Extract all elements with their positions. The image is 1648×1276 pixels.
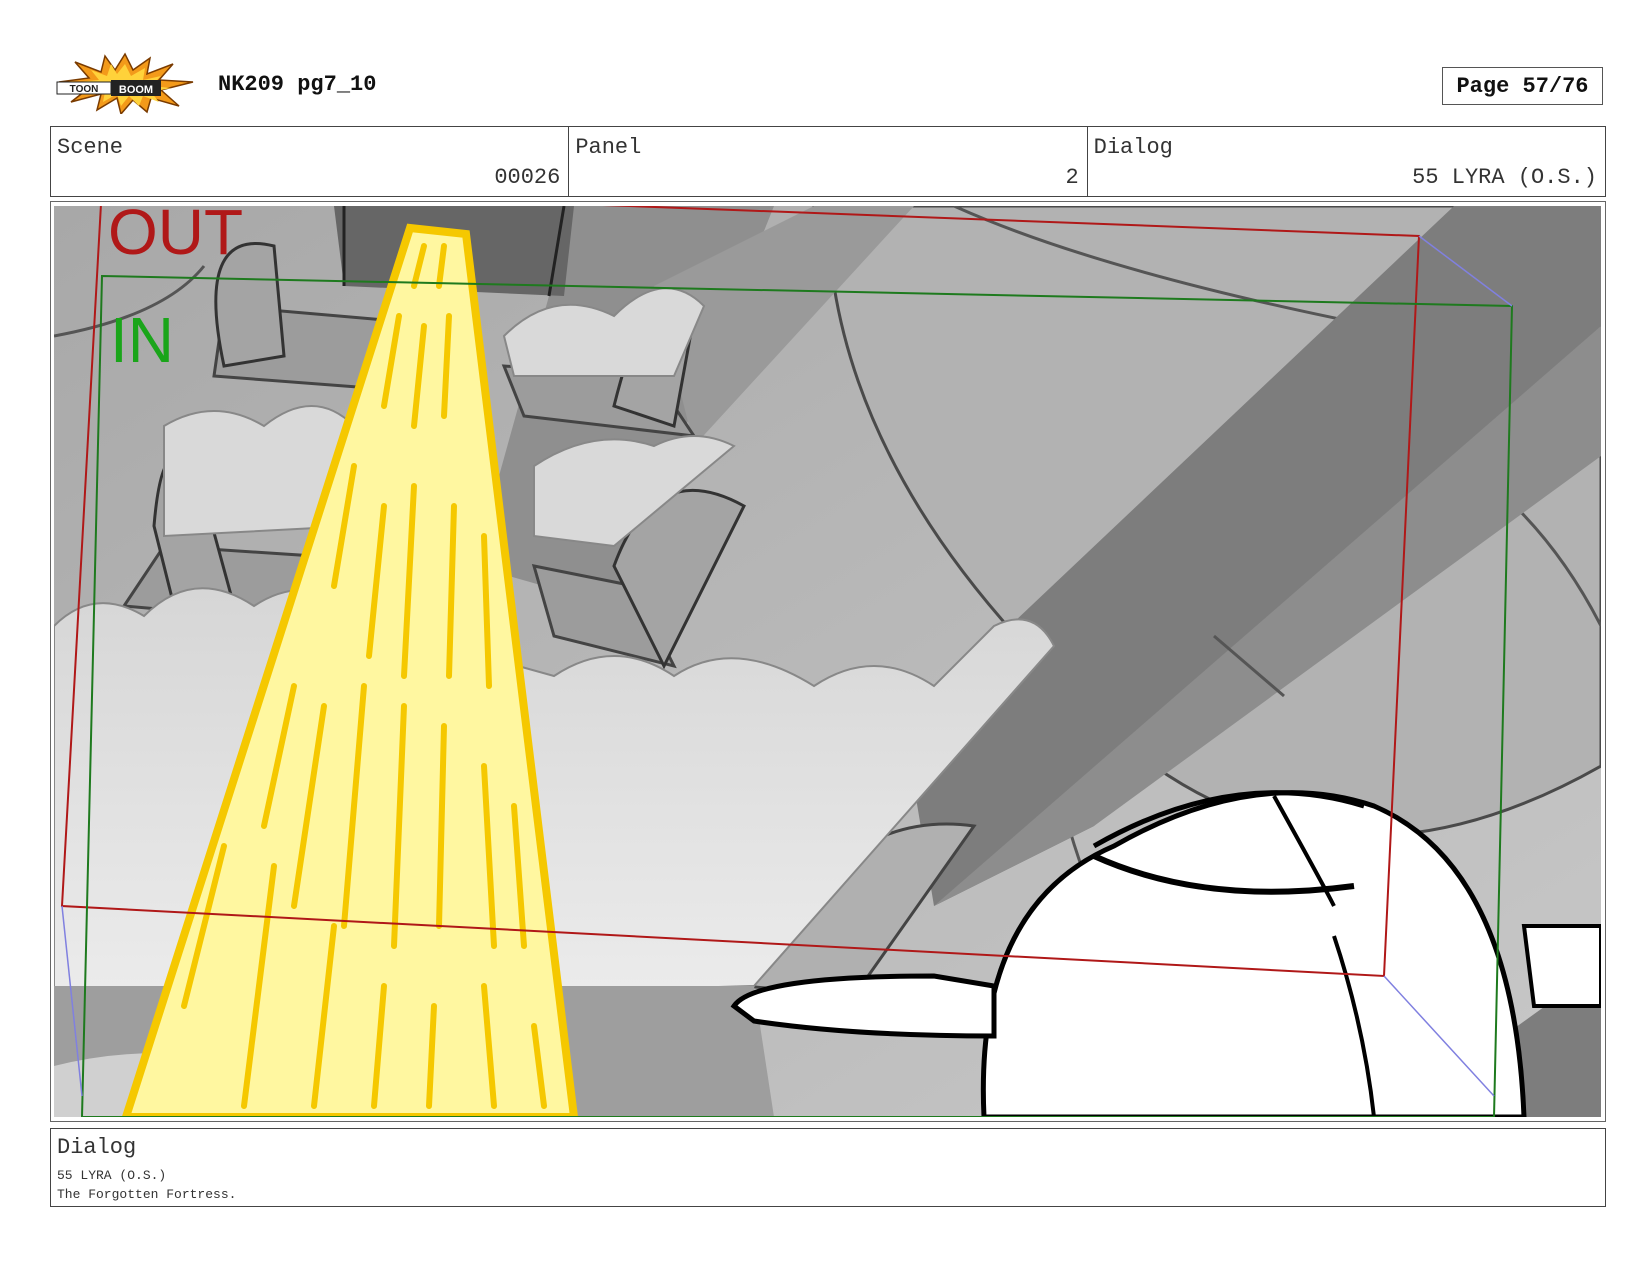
logo-text-boom: BOOM [119,84,153,96]
scene-cell: Scene 00026 [51,127,570,196]
toon-boom-logo: TOON BOOM [55,52,195,116]
out-frame-label: OUT [108,206,243,268]
scene-value: 00026 [494,165,561,190]
in-frame-label: IN [110,304,174,376]
dialog-line: The Forgotten Fortress. [57,1187,237,1202]
dialog-speaker: 55 LYRA (O.S.) [57,1168,167,1183]
panel-cell: Panel 2 [569,127,1088,196]
scene-label: Scene [57,135,124,160]
dialog-label: Dialog [1093,135,1173,160]
page-number: Page 57/76 [1442,67,1603,105]
panel-value: 2 [1065,165,1079,190]
document-title: NK209 pg7_10 [218,72,377,97]
panel-label: Panel [575,135,642,160]
logo-text-toon: TOON [70,84,99,95]
panel-info-row: Scene 00026 Panel 2 Dialog 55 LYRA (O.S.… [50,126,1606,197]
panel-artwork: OUT IN [54,206,1601,1117]
dialog-value: 55 LYRA (O.S.) [1412,165,1597,190]
dialog-box: Dialog 55 LYRA (O.S.) The Forgotten Fort… [50,1128,1606,1207]
storyboard-page: TOON BOOM NK209 pg7_10 Page 57/76 Scene … [0,0,1648,1276]
dialog-cell: Dialog 55 LYRA (O.S.) [1088,127,1605,196]
dialog-heading: Dialog [57,1135,137,1160]
